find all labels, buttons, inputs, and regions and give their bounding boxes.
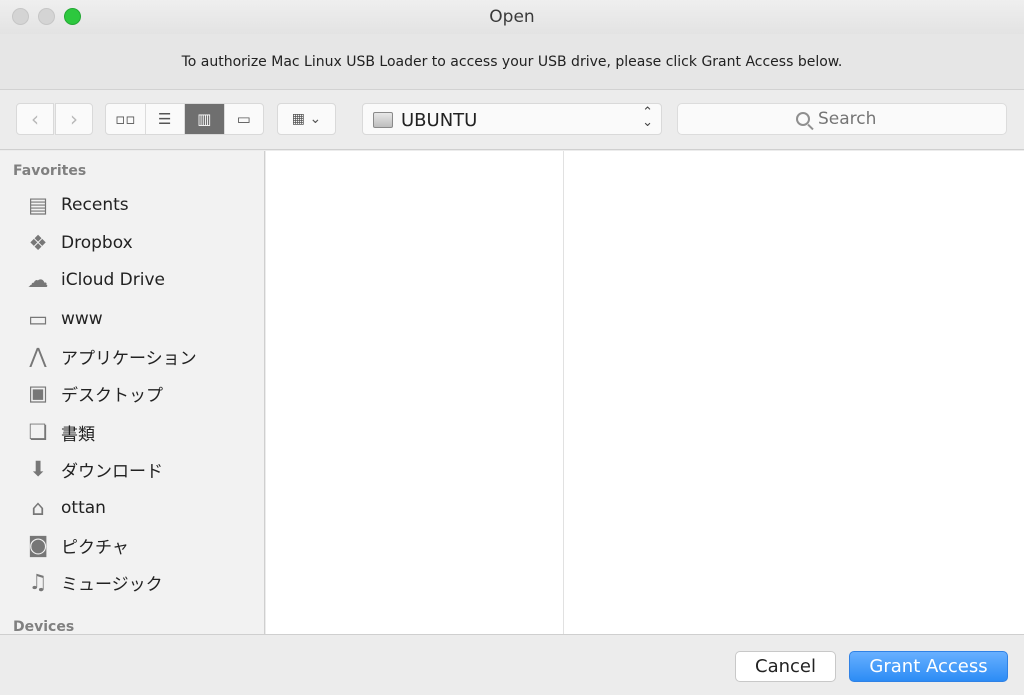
sidebar-item-recents[interactable]: ▤ Recents xyxy=(24,190,129,220)
arrange-button[interactable]: ▦ ⌄ xyxy=(277,103,336,135)
banner-message: To authorize Mac Linux USB Loader to acc… xyxy=(181,54,843,70)
column-pane-2[interactable] xyxy=(565,151,1024,634)
search-field[interactable] xyxy=(677,103,1007,135)
camera-icon: ◙ xyxy=(27,533,49,557)
sidebar-item-home[interactable]: ⌂ ottan xyxy=(24,493,106,523)
popup-arrows-icon: ⌃ ⌄ xyxy=(642,105,653,130)
sidebar-item-desktop[interactable]: ▣ デスクトップ xyxy=(24,378,163,408)
chevron-left-icon: ‹ xyxy=(31,107,39,131)
devices-heading: Devices xyxy=(13,619,75,634)
search-input[interactable] xyxy=(818,109,888,129)
sidebar-item-label: デスクトップ xyxy=(61,385,163,406)
column-pane-1[interactable] xyxy=(266,151,564,634)
dropbox-icon: ❖ xyxy=(28,231,48,255)
sidebar-item-label: www xyxy=(61,309,103,329)
column-view-icon: ▥ xyxy=(197,110,212,128)
recents-icon: ▤ xyxy=(28,193,48,217)
sidebar-item-label: Recents xyxy=(61,195,129,215)
location-label: UBUNTU xyxy=(401,110,478,131)
window-title: Open xyxy=(489,7,535,27)
forward-button[interactable]: › xyxy=(55,103,93,135)
grant-access-button[interactable]: Grant Access xyxy=(849,651,1008,682)
arrange-icon: ▦ ⌄ xyxy=(291,111,322,127)
sidebar-item-label: iCloud Drive xyxy=(61,270,166,290)
sidebar-item-label: ミュージック xyxy=(61,574,163,595)
location-popup[interactable]: UBUNTU ⌃ ⌄ xyxy=(362,103,662,135)
sidebar-item-documents[interactable]: ❏ 書類 xyxy=(24,417,95,447)
folder-icon: ▭ xyxy=(28,307,48,331)
sidebar-item-icloud-drive[interactable]: ☁ iCloud Drive xyxy=(24,265,166,295)
sidebar-item-www[interactable]: ▭ www xyxy=(24,304,103,334)
sidebar-item-dropbox[interactable]: ❖ Dropbox xyxy=(24,228,133,258)
favorites-heading: Favorites xyxy=(13,163,87,179)
view-mode-control: ▫▫ ☰ ▥ ▭ xyxy=(105,103,264,135)
home-icon: ⌂ xyxy=(31,496,45,520)
icon-view-button[interactable]: ▫▫ xyxy=(106,104,146,134)
sidebar-item-label: 書類 xyxy=(61,424,95,445)
sidebar-item-label: Dropbox xyxy=(61,233,133,253)
icloud-icon: ☁ xyxy=(27,268,49,292)
documents-icon: ❏ xyxy=(28,420,48,444)
sidebar-item-pictures[interactable]: ◙ ピクチャ xyxy=(24,530,129,560)
sidebar-item-label: ottan xyxy=(61,498,106,518)
sidebar: Favorites ▤ Recents ❖ Dropbox ☁ iCloud D… xyxy=(0,151,265,634)
chevron-right-icon: › xyxy=(70,107,78,131)
sidebar-item-applications[interactable]: ⋀ アプリケーション xyxy=(24,341,197,371)
list-view-button[interactable]: ☰ xyxy=(146,104,185,134)
downloads-icon: ⬇ xyxy=(29,457,47,481)
back-button[interactable]: ‹ xyxy=(16,103,54,135)
sidebar-item-label: ピクチャ xyxy=(61,537,129,558)
cover-flow-button[interactable]: ▭ xyxy=(225,104,264,134)
title-bar: Open xyxy=(0,0,1024,34)
sidebar-item-label: ダウンロード xyxy=(61,461,163,482)
sidebar-item-music[interactable]: ♫ ミュージック xyxy=(24,567,163,597)
applications-icon: ⋀ xyxy=(29,344,47,368)
bottom-bar: Cancel Grant Access xyxy=(0,634,1024,695)
cover-flow-icon: ▭ xyxy=(236,110,251,128)
column-view-button[interactable]: ▥ xyxy=(185,104,225,134)
music-icon: ♫ xyxy=(28,570,48,594)
icon-view-icon: ▫▫ xyxy=(115,110,136,128)
authorization-banner: To authorize Mac Linux USB Loader to acc… xyxy=(0,34,1024,90)
cancel-button[interactable]: Cancel xyxy=(735,651,836,682)
sidebar-item-downloads[interactable]: ⬇ ダウンロード xyxy=(24,454,163,484)
column-browser xyxy=(266,151,1024,634)
desktop-icon: ▣ xyxy=(28,381,48,405)
disk-icon xyxy=(373,112,393,128)
search-icon xyxy=(796,112,810,126)
list-view-icon: ☰ xyxy=(158,110,172,128)
toolbar: ‹ › ▫▫ ☰ ▥ ▭ ▦ ⌄ UBUNTU ⌃ ⌄ xyxy=(0,90,1024,150)
sidebar-item-label: アプリケーション xyxy=(61,348,197,369)
